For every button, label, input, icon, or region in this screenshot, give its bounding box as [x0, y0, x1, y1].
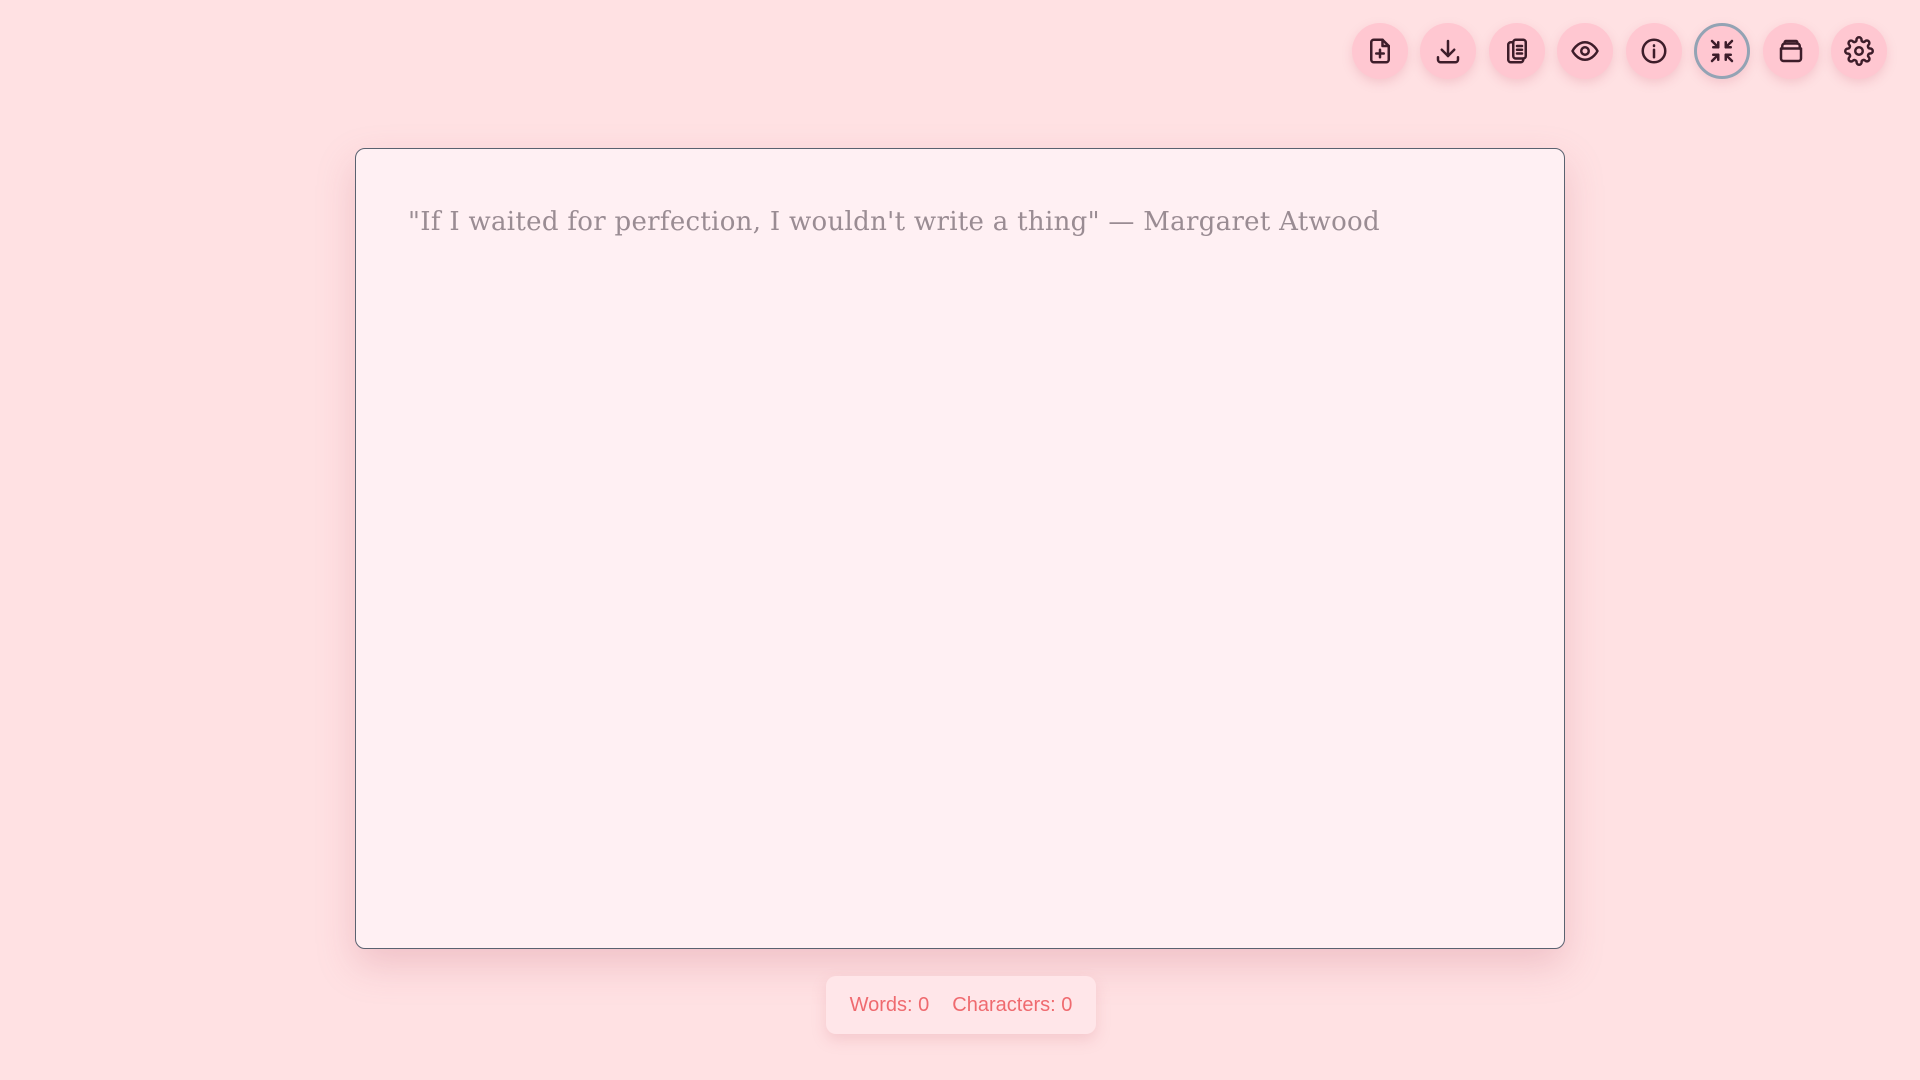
settings-button[interactable]	[1831, 23, 1887, 79]
info-icon	[1641, 38, 1666, 64]
new-file-icon	[1369, 38, 1390, 64]
new-document-button[interactable]	[1351, 23, 1408, 79]
toolbar	[1351, 23, 1887, 79]
gear-icon	[1844, 36, 1874, 66]
preview-button[interactable]	[1557, 23, 1613, 79]
editor-textarea[interactable]	[408, 203, 1512, 894]
exit-fullscreen-button[interactable]	[1694, 23, 1750, 79]
eye-icon	[1571, 41, 1599, 61]
download-button[interactable]	[1420, 23, 1476, 79]
character-count: Characters: 0	[952, 993, 1073, 1016]
copy-clipboard-button[interactable]	[1488, 23, 1545, 79]
documents-button[interactable]	[1762, 23, 1819, 79]
word-count-bar: Words: 0 Characters: 0	[826, 976, 1096, 1034]
word-count: Words: 0	[849, 993, 930, 1016]
clipboard-icon	[1506, 38, 1527, 64]
download-icon	[1436, 39, 1460, 64]
minimize-icon	[1710, 39, 1734, 63]
info-button[interactable]	[1625, 23, 1682, 79]
folder-icon	[1779, 39, 1802, 63]
editor-panel	[355, 148, 1565, 949]
